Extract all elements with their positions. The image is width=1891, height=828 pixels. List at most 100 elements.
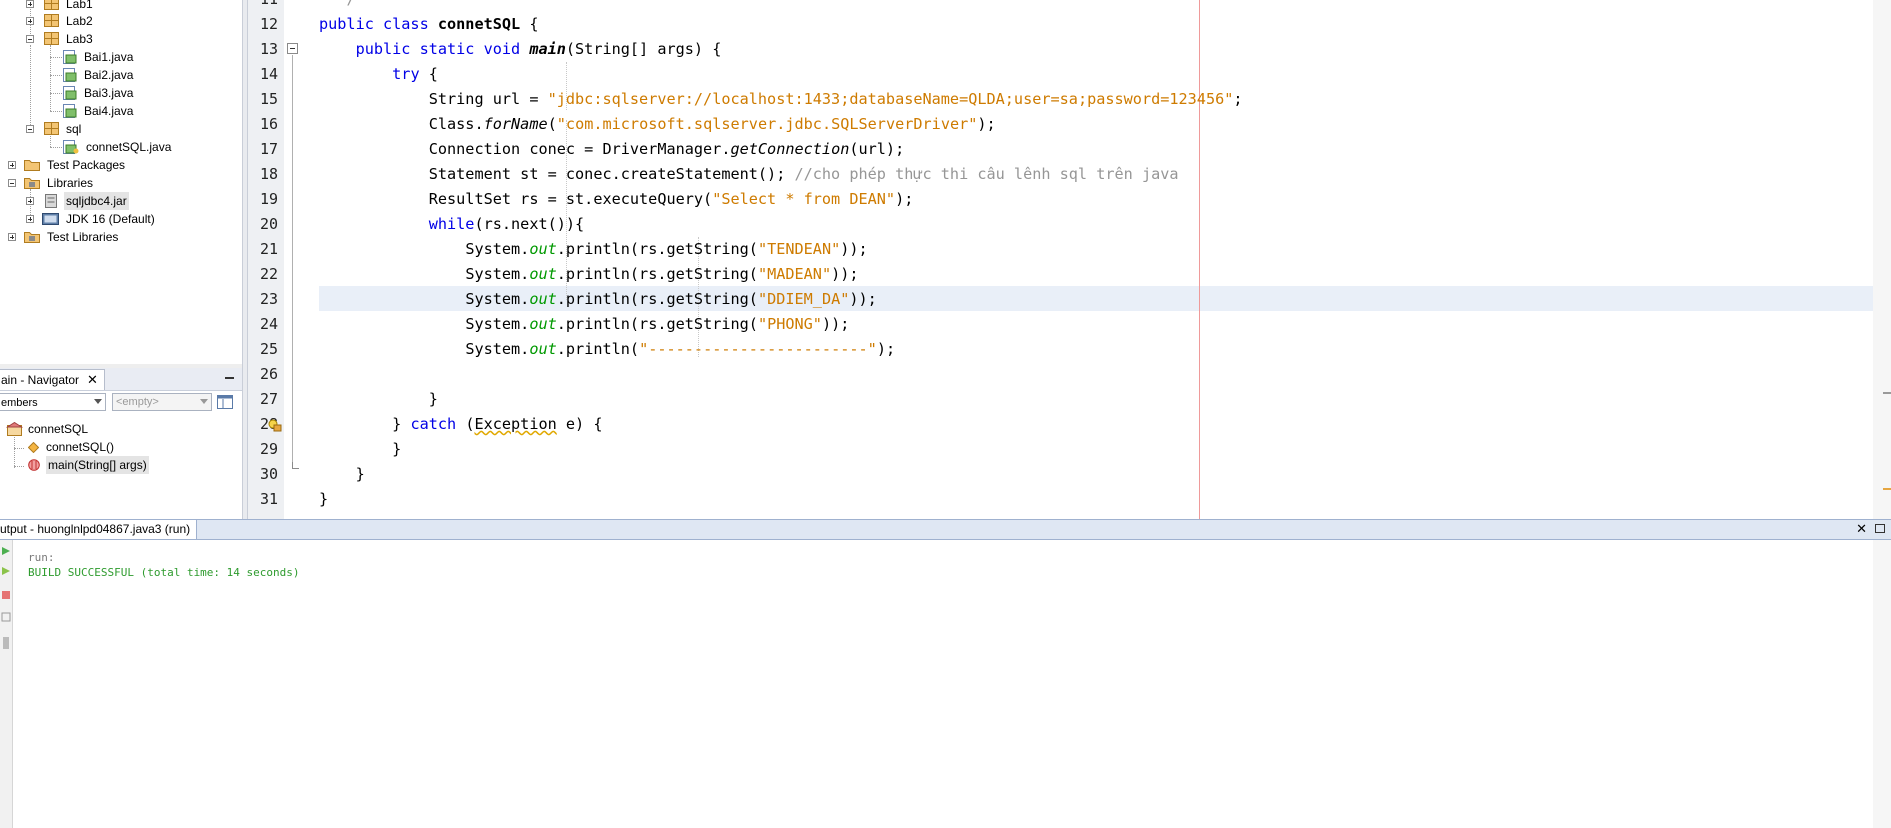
line-number: 15 [259, 90, 278, 108]
navigator-item-label: main(String[] args) [46, 456, 149, 474]
output-panel[interactable]: run: BUILD SUCCESSFUL (total time: 14 se… [0, 540, 1891, 828]
java-file-icon [63, 86, 77, 100]
restore-window-icon[interactable] [1875, 524, 1885, 533]
rerun-icon[interactable] [1, 546, 11, 556]
members-filter-value: embers [1, 397, 38, 409]
line-number: 26 [259, 365, 278, 383]
tree-item-bai2-java[interactable]: Bai2.java [0, 66, 242, 84]
tree-item-jdk-16[interactable]: JDK 16 (Default) [0, 210, 242, 228]
code-line-15: String url = "jdbc:sqlserver://localhost… [428, 90, 1243, 108]
expand-toggle[interactable] [26, 215, 34, 223]
collapse-toggle[interactable] [26, 35, 34, 43]
line-number: 30 [259, 465, 278, 483]
fold-toggle-icon[interactable] [287, 43, 298, 54]
output-title: utput - huonglnlpd04867.java3 (run) [0, 522, 191, 536]
close-icon[interactable]: ✕ [87, 372, 98, 387]
line-number: 24 [259, 315, 278, 333]
folder-icon [24, 160, 40, 171]
minimize-icon[interactable] [225, 377, 234, 379]
tree-item-lab2[interactable]: Lab2 [0, 12, 242, 30]
constructor-icon [28, 442, 39, 453]
stop-icon[interactable] [1, 590, 11, 600]
code-line-19: ResultSet rs = st.executeQuery("Select *… [428, 190, 914, 208]
code-line-30: } [355, 465, 365, 483]
tree-item-label: JDK 16 (Default) [66, 212, 155, 226]
right-margin-guide [1199, 0, 1200, 519]
code-line-21: System.out.println(rs.getString("TENDEAN… [465, 240, 868, 258]
line-number: 20 [259, 215, 278, 233]
library-folder-icon [24, 178, 40, 189]
members-filter-select[interactable]: embers [0, 393, 106, 411]
navigator-header: ain - Navigator ✕ [0, 368, 242, 391]
code-line-11: */ [319, 0, 355, 12]
code-line-17: Connection conec = DriverManager.getConn… [428, 140, 905, 158]
warning-stripe-mark[interactable] [1883, 488, 1891, 490]
tree-item-bai1-java[interactable]: Bai1.java [0, 48, 242, 66]
tree-item-label: Bai3.java [84, 86, 134, 100]
tree-item-test-packages[interactable]: Test Packages [0, 156, 242, 174]
expand-toggle[interactable] [26, 17, 34, 25]
line-number: 21 [259, 240, 278, 258]
tree-item-label: connetSQL.java [86, 140, 172, 154]
clear-output-icon[interactable] [1, 636, 11, 650]
tree-item-label: Lab2 [66, 14, 93, 28]
tree-item-sql[interactable]: sql [0, 120, 242, 138]
library-folder-icon [24, 232, 40, 243]
line-number: 11 [248, 0, 278, 12]
tree-item-bai3-java[interactable]: Bai3.java [0, 84, 242, 102]
line-number: 13 [259, 40, 278, 58]
wrap-icon[interactable] [1, 612, 11, 622]
tree-item-libraries[interactable]: Libraries [0, 174, 242, 192]
output-tab[interactable]: utput - huonglnlpd04867.java3 (run) [0, 520, 198, 539]
code-line-31: } [319, 490, 329, 508]
tree-item-test-libraries[interactable]: Test Libraries [0, 228, 242, 246]
line-number: 23 [259, 290, 278, 308]
code-editor[interactable]: 11 12 13 14 15 16 17 18 19 20 21 22 23 2… [248, 0, 1873, 519]
line-number: 22 [259, 265, 278, 283]
expand-toggle[interactable] [8, 161, 16, 169]
navigator-item-label: connetSQL() [46, 440, 115, 454]
output-vertical-scrollbar[interactable] [1873, 540, 1891, 828]
tree-item-lab3[interactable]: Lab3 [0, 30, 242, 48]
navigator-item-label: connetSQL [28, 422, 89, 436]
close-icon[interactable]: ✕ [1856, 520, 1867, 539]
navigator-tab[interactable]: ain - Navigator ✕ [0, 369, 105, 390]
tree-item-connetsql-java[interactable]: connetSQL.java [0, 138, 242, 156]
line-number: 17 [259, 140, 278, 158]
jar-icon [45, 194, 57, 208]
secondary-filter-value: <empty> [116, 396, 159, 408]
project-tree[interactable]: Lab1 Lab2 Lab3 Bai1.java Bai2.java Bai3.… [0, 0, 242, 365]
expand-toggle[interactable] [26, 0, 34, 8]
collapse-toggle[interactable] [26, 125, 34, 133]
view-options-icon[interactable] [216, 393, 234, 411]
warning-hint-icon[interactable] [268, 418, 282, 432]
error-stripe[interactable] [1873, 0, 1891, 519]
collapse-toggle[interactable] [8, 179, 16, 187]
chevron-down-icon [94, 399, 102, 404]
tree-item-label: Lab3 [66, 32, 93, 46]
stripe-mark[interactable] [1883, 392, 1891, 394]
java-file-icon [63, 68, 77, 82]
java-file-icon [63, 50, 77, 64]
line-number-gutter: 11 12 13 14 15 16 17 18 19 20 21 22 23 2… [248, 0, 285, 519]
code-line-27: } [428, 390, 438, 408]
line-number: 14 [259, 65, 278, 83]
tree-item-label: sqljdbc4.jar [64, 192, 129, 210]
line-number: 18 [259, 165, 278, 183]
tree-item-label: Test Packages [47, 158, 126, 172]
line-number: 16 [259, 115, 278, 133]
rerun-with-options-icon[interactable] [1, 566, 11, 576]
code-line-23: System.out.println(rs.getString("DDIEM_D… [465, 290, 877, 308]
tree-item-label: Libraries [47, 176, 94, 190]
package-icon [44, 122, 59, 135]
tree-item-sqljdbc4-jar[interactable]: sqljdbc4.jar [0, 192, 242, 210]
code-line-18: Statement st = conec.createStatement(); … [428, 165, 1179, 183]
line-number: 25 [259, 340, 278, 358]
expand-toggle[interactable] [26, 197, 34, 205]
expand-toggle[interactable] [8, 233, 16, 241]
line-number: 27 [259, 390, 278, 408]
package-icon [44, 32, 59, 45]
tree-item-bai4-java[interactable]: Bai4.java [0, 102, 242, 120]
chevron-down-icon [200, 399, 208, 404]
secondary-filter-select[interactable]: <empty> [112, 393, 212, 411]
